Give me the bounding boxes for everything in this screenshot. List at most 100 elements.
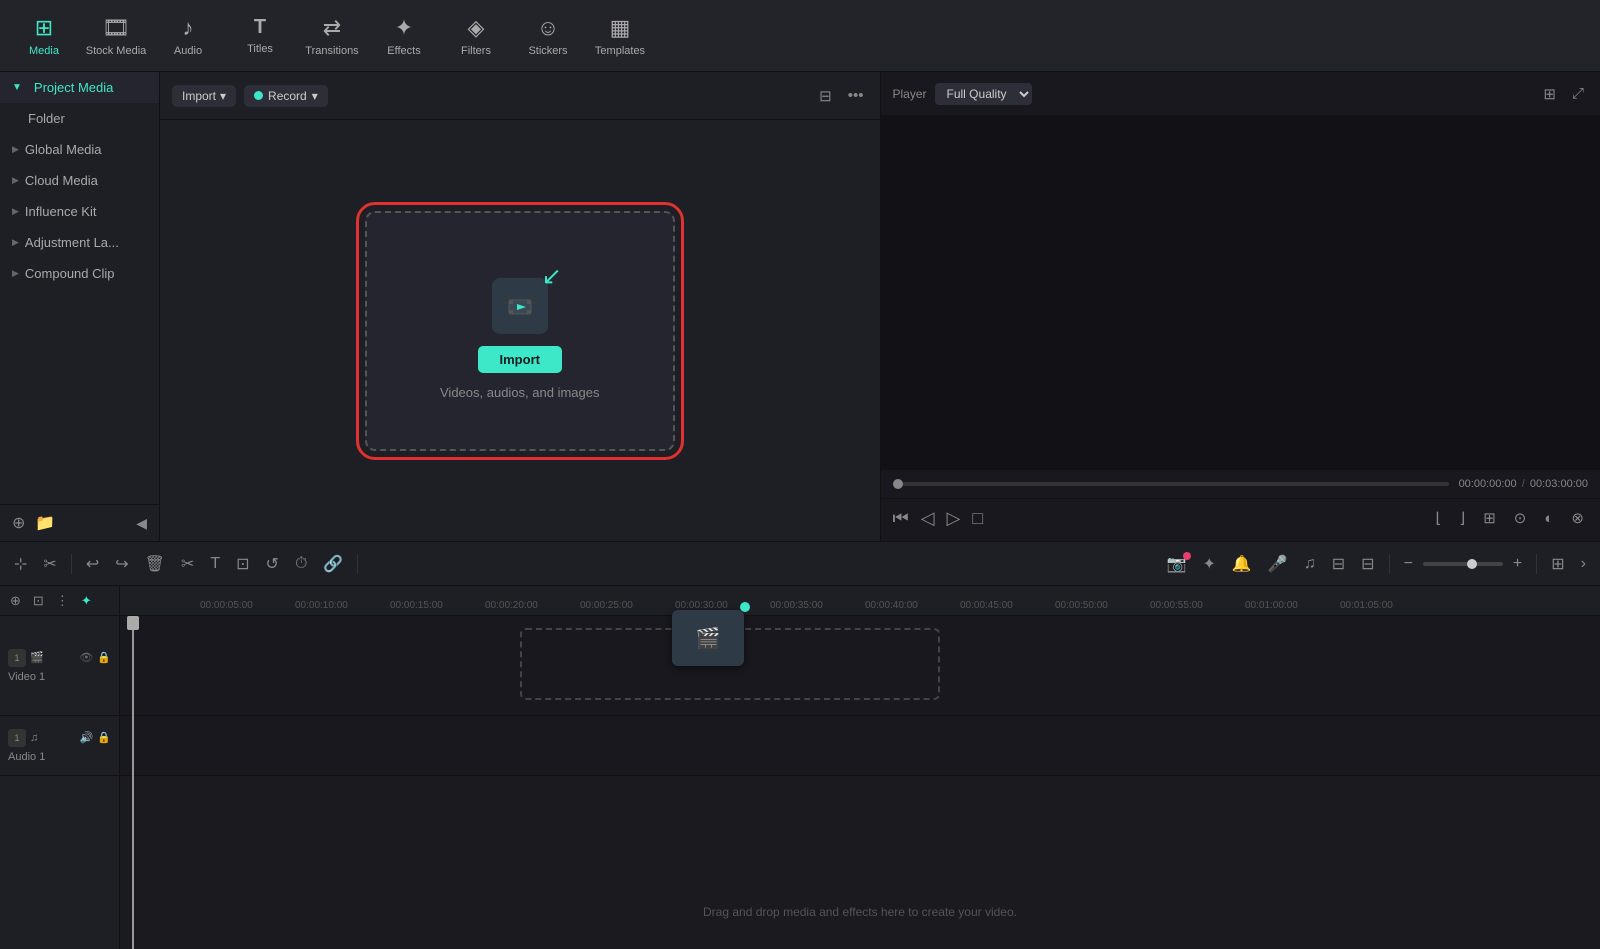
sidebar-item-folder[interactable]: Folder bbox=[0, 103, 159, 134]
timeline-select-tool[interactable]: ⊹ bbox=[8, 550, 33, 578]
add-track-button[interactable]: ⊕ bbox=[6, 591, 25, 611]
chevron-down-icon: ▼ bbox=[12, 82, 22, 93]
audio-track-header-content: 1 ♫ 🔊 🔒 Audio 1 bbox=[8, 729, 111, 763]
toolbar-item-stock-media[interactable]: 🎞 Stock Media bbox=[80, 4, 152, 68]
toolbar-item-audio[interactable]: ♪ Audio bbox=[152, 4, 224, 68]
timeline-speed-button[interactable]: ⏱ bbox=[289, 551, 313, 577]
toolbar-item-titles[interactable]: T Titles bbox=[224, 4, 296, 68]
import-green-button[interactable]: Import bbox=[478, 346, 562, 373]
toolbar-item-templates[interactable]: ▦ Templates bbox=[584, 4, 656, 68]
track-settings-button[interactable]: ⊡ bbox=[29, 591, 48, 611]
timeline-sound-btn[interactable]: 🔔 bbox=[1226, 550, 1258, 578]
sidebar-item-compound-clip[interactable]: ▶ Compound Clip bbox=[0, 258, 159, 289]
toolbar-item-filters[interactable]: ◈ Filters bbox=[440, 4, 512, 68]
zoom-in-button[interactable]: + bbox=[1507, 551, 1528, 577]
timeline-delete-button[interactable]: 🗑 bbox=[139, 550, 171, 578]
snapshot-button[interactable]: ⊙ bbox=[1510, 505, 1531, 531]
tl-separator-4 bbox=[1536, 554, 1537, 574]
stickers-icon: ☺ bbox=[537, 15, 559, 41]
bottom-section: ⊹ ✂ ↩ ↪ 🗑 ✂ T ⊡ ↺ ⏱ 🔗 📷 ✦ 🔔 🎤 ♫ ⊟ ⊟ − bbox=[0, 541, 1600, 949]
timeline-link-button[interactable]: 🔗 bbox=[317, 550, 349, 578]
titles-icon: T bbox=[254, 16, 266, 39]
timeline-music-btn[interactable]: ♫ bbox=[1298, 551, 1322, 577]
mark-out-button[interactable]: ⌋ bbox=[1455, 505, 1469, 531]
toolbar-label-stickers: Stickers bbox=[528, 45, 567, 57]
video-track-label: Video 1 bbox=[8, 671, 111, 683]
ruler-mark-1: 00:00:10:00 bbox=[295, 600, 348, 611]
timeline-crop-button[interactable]: ⊡ bbox=[230, 550, 255, 578]
toolbar-item-media[interactable]: ⊞ Media bbox=[8, 4, 80, 68]
sidebar-item-adjustment-la[interactable]: ▶ Adjustment La... bbox=[0, 227, 159, 258]
collapse-sidebar-button[interactable]: ◀ bbox=[136, 515, 147, 532]
timeline-redo-button[interactable]: ↪ bbox=[109, 550, 134, 578]
timeline-video-drop-zone[interactable]: 🎬 bbox=[520, 628, 940, 700]
video-eye-icon[interactable]: 👁 bbox=[79, 651, 93, 664]
sidebar-label-project-media: Project Media bbox=[34, 80, 113, 95]
auto-track-button[interactable]: ✦ bbox=[77, 591, 96, 611]
effects-icon: ✦ bbox=[395, 15, 413, 41]
zoom-thumb bbox=[1467, 559, 1477, 569]
color-button[interactable]: ◐ bbox=[1540, 506, 1557, 531]
timeline-undo-button[interactable]: ↩ bbox=[80, 550, 105, 578]
timeline-right-controls: 📷 ✦ 🔔 🎤 ♫ ⊟ ⊟ − + ⊞ › bbox=[1161, 550, 1592, 578]
drag-dot bbox=[740, 602, 750, 612]
play-button[interactable]: ▷ bbox=[947, 508, 961, 529]
timeline-mic-btn[interactable]: 🎤 bbox=[1262, 550, 1294, 578]
video-lock-icon[interactable]: 🔒 bbox=[97, 651, 111, 664]
timeline-pip-btn[interactable]: ⊟ bbox=[1326, 550, 1351, 578]
sidebar-item-influence-kit[interactable]: ▶ Influence Kit bbox=[0, 196, 159, 227]
toolbar-label-titles: Titles bbox=[247, 43, 273, 55]
timeline-grid-button[interactable]: ⊞ bbox=[1545, 550, 1570, 578]
toolbar-item-effects[interactable]: ✦ Effects bbox=[368, 4, 440, 68]
import-drop-area[interactable]: ↙ Import Videos, audios, and images bbox=[160, 120, 880, 541]
import-dropdown-button[interactable]: Import ▾ bbox=[172, 85, 236, 107]
sidebar-item-cloud-media[interactable]: ▶ Cloud Media bbox=[0, 165, 159, 196]
import-subtitle-text: Videos, audios, and images bbox=[440, 385, 599, 400]
chevron-right-icon-4: ▶ bbox=[12, 237, 19, 248]
toolbar-item-transitions[interactable]: ⇄ Transitions bbox=[296, 4, 368, 68]
video-track-icon: 🎬 bbox=[30, 651, 44, 664]
toolbar-label-effects: Effects bbox=[387, 45, 420, 57]
stop-button[interactable]: □ bbox=[972, 508, 983, 529]
audio-mute-icon[interactable]: 🔊 bbox=[80, 731, 94, 744]
video-track-lane[interactable]: 🎬 bbox=[120, 616, 1600, 716]
video-track-top-row: 1 🎬 👁 🔒 bbox=[8, 649, 111, 667]
more-options-icon[interactable]: ••• bbox=[844, 83, 868, 108]
sidebar-item-project-media[interactable]: ▼ Project Media bbox=[0, 72, 159, 103]
seekbar[interactable] bbox=[893, 482, 1449, 486]
zoom-out-button[interactable]: − bbox=[1398, 551, 1419, 577]
audio-track-lane[interactable] bbox=[120, 716, 1600, 776]
toolbar-label-filters: Filters bbox=[461, 45, 491, 57]
audio-lock-icon[interactable]: 🔒 bbox=[97, 731, 111, 744]
timeline-more-button[interactable]: › bbox=[1575, 551, 1592, 577]
add-to-timeline-button[interactable]: ⊞ bbox=[1479, 505, 1500, 531]
sidebar-item-global-media[interactable]: ▶ Global Media bbox=[0, 134, 159, 165]
frame-back-button[interactable]: ◁ bbox=[921, 508, 935, 529]
timeline-trim-tool[interactable]: ✂ bbox=[37, 550, 62, 578]
import-drop-zone[interactable]: ↙ Import Videos, audios, and images bbox=[365, 211, 675, 451]
timeline-loop-button[interactable]: ↺ bbox=[260, 550, 285, 578]
player-expand-icon[interactable]: ⤢ bbox=[1568, 81, 1588, 107]
left-panel: ▼ Project Media Folder ▶ Global Media ▶ … bbox=[0, 72, 160, 541]
quality-select[interactable]: Full Quality 1/2 Quality 1/4 Quality bbox=[935, 83, 1032, 105]
track-link-button[interactable]: ⋮ bbox=[52, 591, 73, 611]
total-time-value: 00:03:00:00 bbox=[1530, 478, 1588, 490]
timeline-ai-btn[interactable]: ✦ bbox=[1197, 550, 1222, 578]
chevron-right-icon: ▶ bbox=[12, 144, 19, 155]
zoom-slider-container bbox=[1423, 562, 1503, 566]
new-folder-button[interactable]: ⊕ bbox=[12, 513, 25, 533]
timeline-cut-button[interactable]: ✂ bbox=[175, 550, 200, 578]
timeline-text-button[interactable]: T bbox=[204, 551, 226, 577]
toolbar-item-stickers[interactable]: ☺ Stickers bbox=[512, 4, 584, 68]
record-button[interactable]: Record ▾ bbox=[244, 85, 328, 107]
zoom-slider[interactable] bbox=[1423, 562, 1503, 566]
import-button-label: Import bbox=[182, 89, 216, 103]
timeline-camera-btn[interactable]: 📷 bbox=[1161, 550, 1193, 578]
timeline-subtitle-btn[interactable]: ⊟ bbox=[1355, 550, 1380, 578]
mark-in-button[interactable]: ⌊ bbox=[1431, 505, 1445, 531]
crop-button[interactable]: ⊗ bbox=[1567, 505, 1588, 531]
step-back-button[interactable]: ⏮ bbox=[893, 508, 909, 529]
import-folder-button[interactable]: 📁 bbox=[35, 513, 55, 533]
player-grid-icon[interactable]: ⊞ bbox=[1539, 81, 1560, 107]
filter-icon[interactable]: ⊟ bbox=[815, 83, 836, 109]
